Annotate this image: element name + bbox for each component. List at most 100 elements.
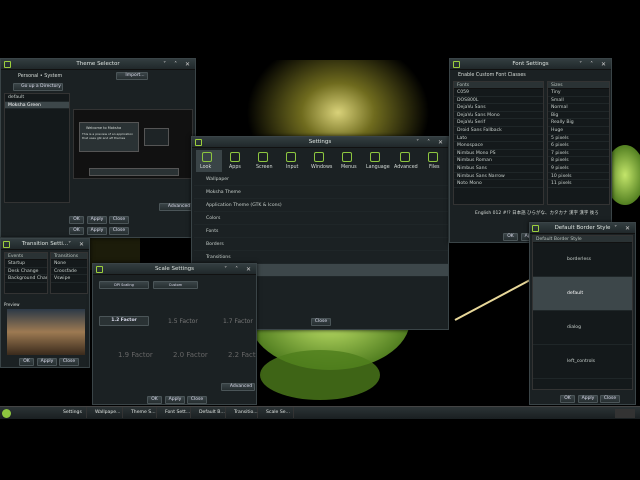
item-moksha-theme[interactable]: Moksha Theme [194, 186, 448, 199]
tab-language[interactable]: Language [366, 165, 390, 170]
import-button[interactable]: Import... [116, 72, 148, 80]
list-item[interactable]: Big [548, 112, 609, 120]
list-item[interactable]: borderless [533, 243, 632, 277]
list-item[interactable]: 9 pixels [548, 165, 609, 173]
titlebar[interactable]: Transition Setti... ˅ ✕ [1, 239, 89, 250]
close-button[interactable]: Close [600, 395, 620, 403]
tab-look[interactable]: Look [200, 165, 211, 170]
list-item[interactable]: 7 pixels [548, 150, 609, 158]
titlebar[interactable]: Settings ˅ ˄ ✕ [192, 137, 448, 148]
task-default-border[interactable]: Default B... [191, 407, 226, 418]
apply-button[interactable]: Apply [578, 395, 598, 403]
fonts-list[interactable]: Fonts C059 DOS800L DejaVu Sans DejaVu Sa… [453, 81, 544, 205]
list-item[interactable]: dialog [533, 311, 632, 345]
task-theme-selector[interactable]: Theme S... [123, 407, 157, 418]
close-button-2[interactable]: Close [109, 227, 129, 235]
transitions-list[interactable]: Transitions None Crossfade Vswipe [50, 252, 88, 294]
ok-button[interactable]: OK [147, 396, 162, 404]
item-fonts[interactable]: Fonts [194, 225, 448, 238]
ok-button[interactable]: OK [19, 358, 34, 366]
task-wallpaper[interactable]: Wallpape... [87, 407, 123, 418]
border-style-list[interactable]: Default Border Style borderless default … [532, 235, 633, 390]
list-item[interactable]: None [51, 260, 87, 268]
close-button[interactable]: Close [59, 358, 79, 366]
ok-button[interactable]: OK [503, 233, 518, 241]
task-settings[interactable]: Settings [55, 407, 87, 418]
list-item[interactable]: Startup [5, 260, 47, 268]
list-item[interactable]: C059 [454, 89, 543, 97]
list-item[interactable]: Nimbus Sans [454, 165, 543, 173]
scale-option-2-2[interactable]: 2.2 Factor [228, 351, 256, 359]
item-wallpaper[interactable]: Wallpaper [194, 173, 448, 186]
list-item[interactable]: Small [548, 97, 609, 105]
list-item[interactable]: DejaVu Sans [454, 104, 543, 112]
tab-files[interactable]: Files [429, 165, 440, 170]
list-item[interactable]: Droid Sans Fallback [454, 127, 543, 135]
tab-apps[interactable]: Apps [229, 165, 241, 170]
list-item[interactable]: Background Change [5, 275, 47, 283]
apply-button[interactable]: Apply [37, 358, 57, 366]
task-font-settings[interactable]: Font Sett... [157, 407, 191, 418]
item-application-theme[interactable]: Application Theme (GTK & Icons) [194, 199, 448, 212]
list-item[interactable]: Desk Change [5, 268, 47, 276]
list-item[interactable]: Really Big [548, 119, 609, 127]
scale-option-1-5[interactable]: 1.5 Factor [168, 318, 198, 325]
list-item[interactable]: Tiny [548, 89, 609, 97]
list-item[interactable]: default [533, 277, 632, 311]
advanced-button[interactable]: Advanced [221, 383, 255, 391]
events-list[interactable]: Events Startup Desk Change Background Ch… [4, 252, 48, 294]
titlebar[interactable]: Font Settings ˅ ˄ ✕ [450, 59, 611, 70]
list-item[interactable]: Noto Mono [454, 180, 543, 188]
list-item[interactable]: DejaVu Serif [454, 119, 543, 127]
tab-input[interactable]: Input [286, 165, 298, 170]
list-item[interactable]: 10 pixels [548, 173, 609, 181]
scale-option-1-2[interactable]: 1.2 Factor [99, 316, 149, 326]
titlebar[interactable]: Theme Selector ˅ ˄ ✕ [1, 59, 195, 70]
apply-button[interactable]: Apply [165, 396, 185, 404]
list-item[interactable]: DOS800L [454, 97, 543, 105]
item-colors[interactable]: Colors [194, 212, 448, 225]
list-item[interactable]: Lato [454, 135, 543, 143]
list-item[interactable]: 11 pixels [548, 180, 609, 188]
apply-button-2[interactable]: Apply [87, 227, 107, 235]
list-item[interactable]: Huge [548, 127, 609, 135]
scale-option-1-9[interactable]: 1.9 Factor [118, 351, 153, 359]
start-menu-icon[interactable] [2, 409, 11, 418]
list-item[interactable]: Vswipe [51, 275, 87, 283]
list-item[interactable]: Moksha Green [5, 101, 69, 110]
go-up-directory-button[interactable]: Go up a Directory [13, 83, 63, 91]
tab-menus[interactable]: Menus [341, 165, 357, 170]
list-item[interactable]: Crossfade [51, 268, 87, 276]
close-button[interactable]: Close [311, 318, 331, 326]
task-transitions[interactable]: Transitio... [226, 407, 258, 418]
list-item[interactable]: Nimbus Sans Narrow [454, 173, 543, 181]
item-borders[interactable]: Borders [194, 238, 448, 251]
window-controls[interactable]: ˅ ˄ ✕ [163, 60, 193, 69]
scale-option-1-7[interactable]: 1.7 Factor [223, 318, 253, 325]
list-item[interactable]: default [5, 94, 69, 102]
tab-windows[interactable]: Windows [311, 165, 332, 170]
scale-option-2-0[interactable]: 2.0 Factor [173, 351, 208, 359]
task-scale-settings[interactable]: Scale Se... [258, 407, 294, 418]
tab-screen[interactable]: Screen [256, 165, 273, 170]
list-item[interactable]: Monospace [454, 142, 543, 150]
ok-button[interactable]: OK [560, 395, 575, 403]
titlebar[interactable]: Scale Settings ˅ ˄ ✕ [93, 264, 256, 275]
list-item[interactable]: Nimbus Mono PS [454, 150, 543, 158]
enable-custom-font-classes[interactable]: Enable Custom Font Classes [458, 73, 526, 78]
apply-button[interactable]: Apply [87, 216, 107, 224]
theme-list[interactable]: default Moksha Green [4, 93, 70, 203]
list-item[interactable]: 6 pixels [548, 142, 609, 150]
list-item[interactable]: 5 pixels [548, 135, 609, 143]
titlebar[interactable]: Default Border Style ˅ ✕ [530, 223, 635, 234]
tab-advanced[interactable]: Advanced [394, 165, 418, 170]
list-item[interactable]: left_controls [533, 345, 632, 379]
systray[interactable] [615, 409, 635, 418]
list-item[interactable]: Nimbus Roman [454, 157, 543, 165]
list-item[interactable]: Normal [548, 104, 609, 112]
ok-button[interactable]: OK [69, 216, 84, 224]
close-button[interactable]: Close [187, 396, 207, 404]
close-button[interactable]: Close [109, 216, 129, 224]
sizes-list[interactable]: Sizes Tiny Small Normal Big Really Big H… [547, 81, 610, 205]
list-item[interactable]: DejaVu Sans Mono [454, 112, 543, 120]
